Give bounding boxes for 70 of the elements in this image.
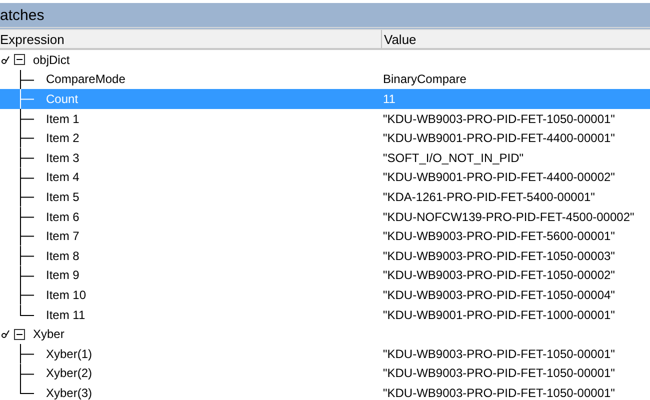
panel-title: atches	[0, 6, 44, 24]
tree-line	[20, 246, 34, 266]
expression-text: objDict	[33, 52, 70, 67]
watch-row[interactable]: Item 11 "KDU-WB9001-PRO-PID-FET-1000-00001"	[0, 304, 650, 324]
expression-text: Xyber(3)	[46, 386, 92, 400]
expression-text: Item 1	[46, 112, 80, 126]
tree-line	[20, 148, 34, 168]
collapse-icon[interactable]	[14, 328, 25, 340]
collapse-icon[interactable]	[14, 54, 25, 66]
value-text: "SOFT_I/O_NOT_IN_PID"	[383, 150, 524, 165]
tree-line	[20, 344, 34, 364]
tree-line	[20, 89, 34, 109]
expression-text: Item 11	[46, 308, 86, 322]
column-header[interactable]: Expression	[0, 30, 381, 48]
value-text: "KDU-WB9003-PRO-PID-FET-1050-00001"	[383, 112, 615, 126]
value-text: 11	[383, 92, 396, 106]
expression-text: Count	[46, 92, 78, 106]
column-header[interactable]: Value	[381, 30, 650, 48]
watch-row[interactable]: Item 7 "KDU-WB9003-PRO-PID-FET-5600-00001"	[0, 226, 650, 246]
expression-text: Item 9	[46, 268, 80, 282]
watch-row[interactable]: Item 5 "KDA-1261-PRO-PID-FET-5400-00001"	[0, 187, 650, 207]
expression-text: Item 3	[46, 150, 80, 165]
value-text: "KDU-WB9003-PRO-PID-FET-1050-00001"	[383, 386, 615, 400]
glasses-icon	[1, 329, 11, 340]
watch-row[interactable]: Item 3 "SOFT_I/O_NOT_IN_PID"	[0, 148, 650, 168]
watch-row[interactable]: Xyber(2) "KDU-WB9003-PRO-PID-FET-1050-00001"	[0, 364, 650, 384]
tree-line	[20, 168, 34, 188]
value-text: "KDA-1261-PRO-PID-FET-5400-00001"	[383, 190, 595, 204]
expression-text: Xyber(1)	[46, 346, 92, 361]
value-text: "KDU-WB9003-PRO-PID-FET-1050-00001"	[383, 346, 615, 361]
value-text: "KDU-NOFCW139-PRO-PID-FET-4500-00002"	[383, 210, 634, 224]
watch-row[interactable]: Item 10 "KDU-WB9003-PRO-PID-FET-1050-00004"	[0, 285, 650, 305]
expression-text: Item 2	[46, 131, 80, 146]
expression-text: Item 8	[46, 248, 80, 263]
expression-text: Xyber(2)	[46, 366, 92, 380]
expression-text: Item 4	[46, 170, 80, 184]
value-text: "KDU-WB9001-PRO-PID-FET-4400-00002"	[383, 170, 615, 184]
value-text: "KDU-WB9003-PRO-PID-FET-1050-00002"	[383, 268, 615, 282]
expression-text: Item 5	[46, 190, 80, 204]
watch-row[interactable]: Xyber(1) "KDU-WB9003-PRO-PID-FET-1050-00001"	[0, 344, 650, 364]
value-text: "KDU-WB9001-PRO-PID-FET-1000-00001"	[383, 308, 615, 322]
expression-text: Item 7	[46, 229, 80, 244]
tree-line	[20, 187, 34, 207]
watch-row[interactable]: Item 6 "KDU-NOFCW139-PRO-PID-FET-4500-00002"	[0, 206, 650, 226]
tree-line	[20, 226, 34, 246]
watch-row[interactable]: Item 2 "KDU-WB9001-PRO-PID-FET-4400-00001"	[0, 128, 650, 148]
tree-line	[20, 128, 34, 148]
value-text: "KDU-WB9003-PRO-PID-FET-1050-00001"	[383, 366, 615, 380]
watch-row[interactable]: Xyber	[0, 324, 650, 344]
watch-row[interactable]: Item 1 "KDU-WB9003-PRO-PID-FET-1050-00001"	[0, 108, 650, 128]
expression-text: Item 10	[46, 288, 86, 302]
expression-text: Item 6	[46, 210, 80, 224]
tree-line	[20, 108, 34, 128]
watch-row[interactable]: Xyber(3) "KDU-WB9003-PRO-PID-FET-1050-00001"	[0, 383, 650, 400]
value-text: "KDU-WB9003-PRO-PID-FET-1050-00003"	[383, 248, 615, 263]
tree-line	[20, 266, 34, 286]
watch-row[interactable]: Item 4 "KDU-WB9001-PRO-PID-FET-4400-00002"	[0, 168, 650, 188]
value-text: "KDU-WB9001-PRO-PID-FET-4400-00001"	[383, 131, 615, 146]
watch-row[interactable]: Item 8 "KDU-WB9003-PRO-PID-FET-1050-00003"	[0, 246, 650, 266]
tree-line	[20, 70, 34, 90]
tree-line	[20, 206, 34, 226]
watch-row[interactable]: Item 9 "KDU-WB9003-PRO-PID-FET-1050-00002"	[0, 266, 650, 286]
watch-row[interactable]: CompareMode BinaryCompare	[0, 70, 650, 90]
glasses-icon	[1, 54, 11, 65]
expression-text: Xyber	[33, 327, 64, 342]
value-text: BinaryCompare	[383, 72, 466, 86]
watch-row[interactable]: objDict	[0, 50, 650, 70]
expression-text: CompareMode	[46, 72, 126, 86]
value-text: "KDU-WB9003-PRO-PID-FET-1050-00004"	[383, 288, 615, 302]
value-text: "KDU-WB9003-PRO-PID-FET-5600-00001"	[383, 229, 615, 244]
